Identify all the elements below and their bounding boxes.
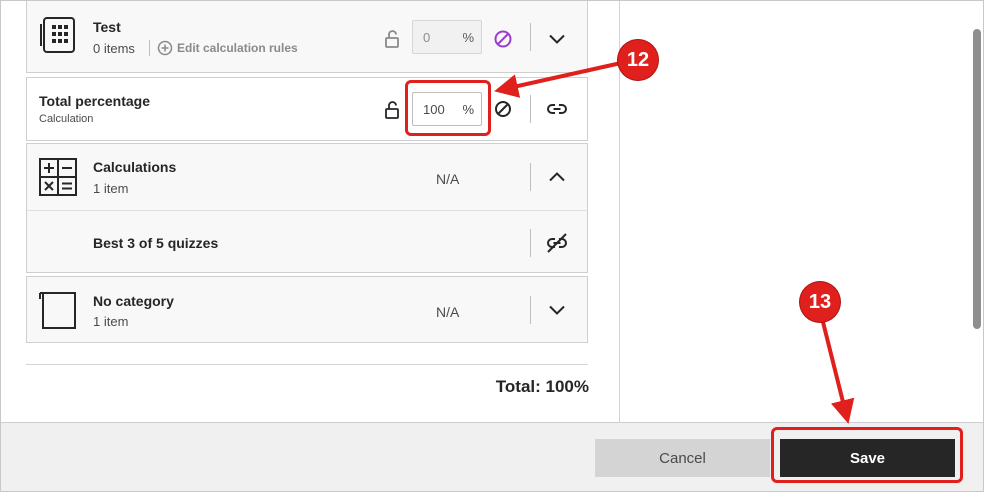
percent-symbol: % xyxy=(462,30,474,45)
highlight-total-percentage-input xyxy=(405,80,491,136)
category-value-calculations: N/A xyxy=(436,171,460,187)
row-separator xyxy=(530,163,531,191)
chevron-down-icon[interactable] xyxy=(545,298,569,322)
total-percentage-title: Total percentage xyxy=(39,93,150,109)
highlight-save-button xyxy=(771,427,963,483)
calculation-item-row: Best 3 of 5 quizzes xyxy=(26,210,588,273)
step-badge-12: 12 xyxy=(618,40,658,80)
chevron-up-icon[interactable] xyxy=(545,165,569,189)
edit-calculation-rules-label: Edit calculation rules xyxy=(177,41,298,55)
category-count-test: 0 items xyxy=(93,41,135,56)
unlock-icon[interactable] xyxy=(381,98,405,122)
document-icon xyxy=(38,290,78,330)
total-divider xyxy=(26,364,588,365)
category-count-calculations: 1 item xyxy=(93,181,129,196)
step-badge-13: 13 xyxy=(800,282,840,322)
test-percentage-input[interactable]: 0 % xyxy=(412,20,482,54)
scrollbar[interactable] xyxy=(967,1,983,422)
calculator-icon xyxy=(38,15,78,55)
calculations-icon xyxy=(38,157,78,197)
link-icon[interactable] xyxy=(545,97,569,121)
inline-separator xyxy=(149,40,150,56)
edit-calculation-rules-link[interactable]: Edit calculation rules xyxy=(157,40,298,56)
cancel-button[interactable]: Cancel xyxy=(595,439,770,477)
row-separator xyxy=(530,95,531,123)
category-title-no-category: No category xyxy=(93,293,174,309)
category-count-no-category: 1 item xyxy=(93,314,129,329)
exclude-icon[interactable] xyxy=(491,97,515,121)
category-row-calculations: Calculations 1 item N/A xyxy=(26,143,588,211)
add-circle-icon xyxy=(157,40,173,56)
category-title-calculations: Calculations xyxy=(93,159,177,175)
row-separator xyxy=(530,296,531,324)
grading-panel: Test 0 items Edit calculation rules 0 % xyxy=(0,0,984,492)
unlock-icon[interactable] xyxy=(381,27,405,51)
total-label: Total: 100% xyxy=(495,377,589,396)
total-percentage-row: Total percentage Calculation 100 % xyxy=(26,77,588,141)
row-separator xyxy=(530,23,531,51)
scrollbar-thumb[interactable] xyxy=(973,29,981,329)
calculation-item-title: Best 3 of 5 quizzes xyxy=(93,235,219,251)
category-value-no-category: N/A xyxy=(436,304,460,320)
total-percentage-subtitle: Calculation xyxy=(39,113,94,125)
category-title-test: Test xyxy=(93,19,121,35)
test-percentage-value: 0 xyxy=(423,30,431,45)
category-row-no-category: No category 1 item N/A xyxy=(26,276,588,343)
category-row-test: Test 0 items Edit calculation rules 0 % xyxy=(26,1,588,73)
row-separator xyxy=(530,229,531,257)
exclude-icon[interactable] xyxy=(491,27,515,51)
unlink-icon[interactable] xyxy=(545,231,569,255)
chevron-down-icon[interactable] xyxy=(545,27,569,51)
category-list-panel: Test 0 items Edit calculation rules 0 % xyxy=(1,1,620,422)
